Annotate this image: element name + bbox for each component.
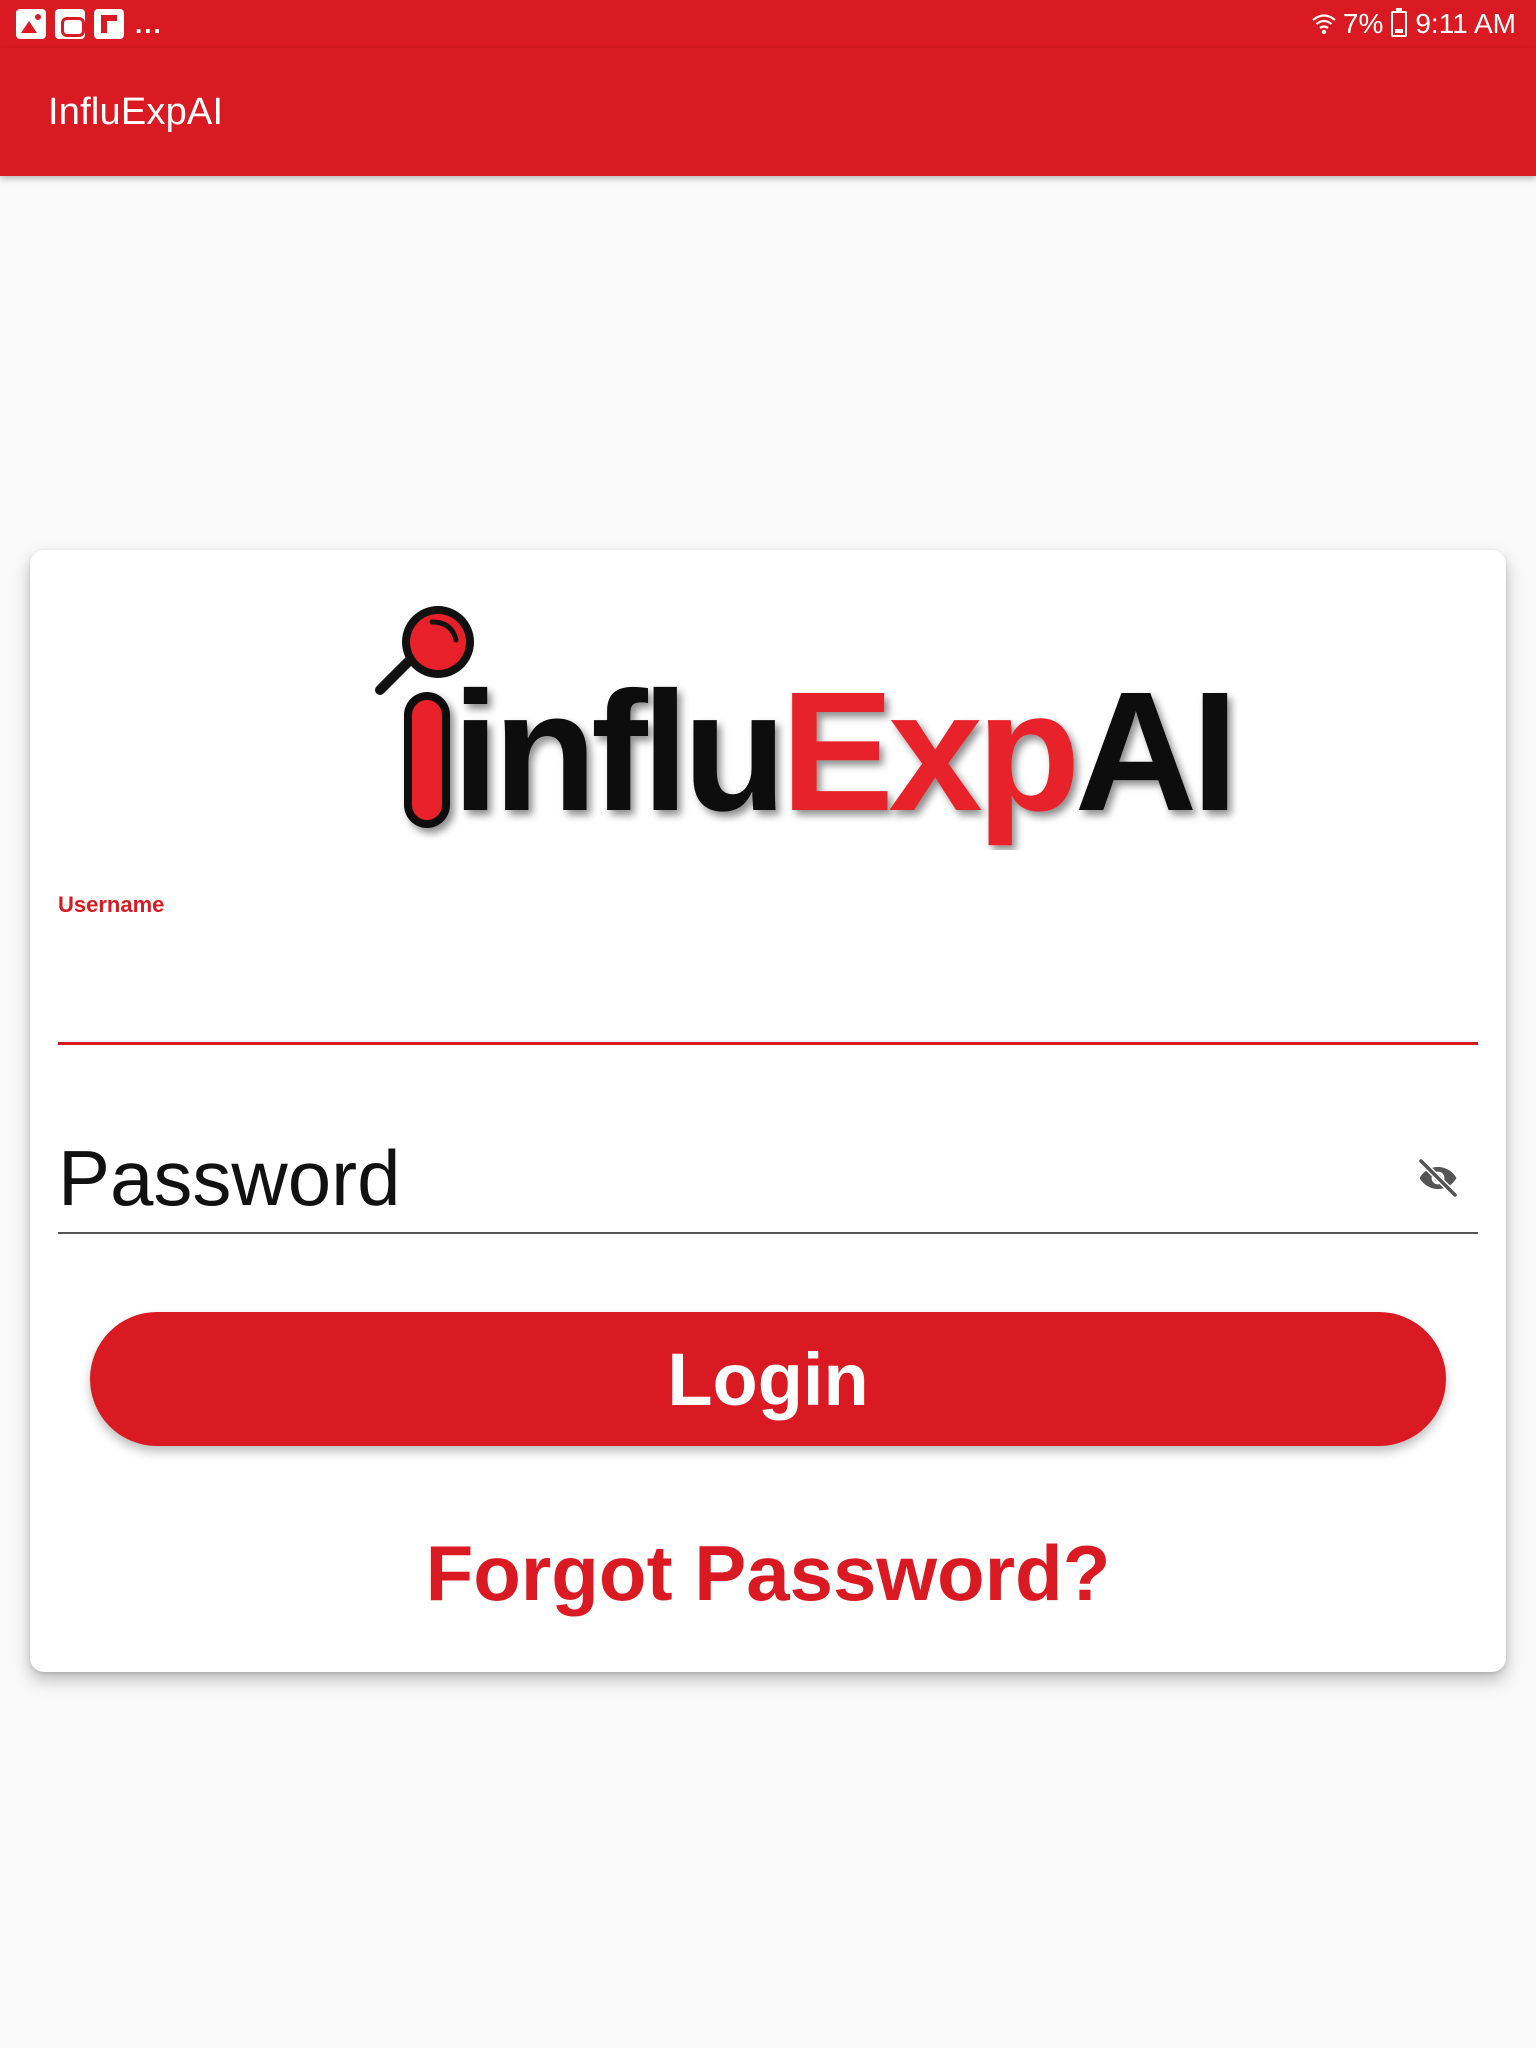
eye-off-icon <box>1418 1158 1458 1198</box>
wifi-icon <box>1311 11 1337 37</box>
login-button[interactable]: Login <box>90 1312 1446 1446</box>
clock: 9:11 AM <box>1415 8 1516 39</box>
username-input[interactable] <box>58 930 1478 1020</box>
notification-area: ... <box>16 9 163 40</box>
logo-text-ai: AI <box>1075 657 1233 847</box>
toggle-password-visibility[interactable] <box>1410 1150 1466 1206</box>
app-title: InfluExpAI <box>48 90 224 133</box>
password-input[interactable] <box>58 1128 1378 1228</box>
svg-text:influExpAI: influExpAI <box>452 657 1233 847</box>
login-card: influExpAI Username Login Forgot Passwor… <box>30 550 1506 1672</box>
username-underline <box>58 1042 1478 1045</box>
app-bar: InfluExpAI <box>0 48 1536 176</box>
battery-icon <box>1391 8 1408 37</box>
more-notifications: ... <box>135 8 163 39</box>
logo-text-influ: influ <box>452 657 781 847</box>
influexpai-logo: influExpAI <box>360 600 1240 850</box>
forgot-password-link[interactable]: Forgot Password? <box>30 1528 1506 1619</box>
battery-percent: 7% <box>1342 8 1384 39</box>
password-underline <box>58 1232 1478 1234</box>
logo-text-exp: Exp <box>781 657 1075 847</box>
status-bar: ... 7% 9:11 AM <box>0 0 1536 48</box>
flipboard-icon <box>94 9 124 39</box>
username-label: Username <box>58 892 165 917</box>
system-status: 7% 9:11 AM <box>1311 8 1516 40</box>
gallery-icon <box>16 9 46 39</box>
mail-icon <box>55 9 85 39</box>
